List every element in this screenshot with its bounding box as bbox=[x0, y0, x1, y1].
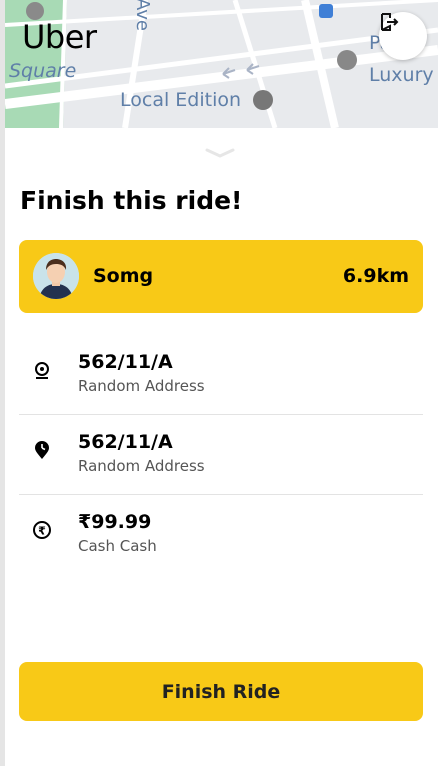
destination-row: 562/11/A Random Address bbox=[19, 415, 423, 495]
chevron-down-icon[interactable] bbox=[203, 144, 237, 160]
destination-pin-icon bbox=[35, 441, 49, 459]
avatar bbox=[33, 253, 79, 299]
finish-ride-button[interactable]: Finish Ride bbox=[19, 662, 423, 721]
rider-name: Somg bbox=[93, 265, 154, 287]
fare-row: ₹ ₹99.99 Cash Cash bbox=[19, 495, 423, 575]
user-avatar-icon bbox=[33, 253, 79, 299]
pickup-subtext: Random Address bbox=[78, 377, 205, 395]
map-label-ave: Ave bbox=[132, 0, 153, 31]
map-label-square: Square bbox=[9, 60, 77, 82]
map-label-local-edition: Local Edition bbox=[120, 89, 242, 111]
map-view[interactable]: Square Local Edition Ave Pa Luxury Uber bbox=[5, 0, 438, 128]
pickup-row: 562/11/A Random Address bbox=[19, 335, 423, 415]
pickup-pin-icon bbox=[35, 362, 49, 379]
rupee-icon: ₹ bbox=[33, 521, 51, 539]
destination-subtext: Random Address bbox=[78, 457, 205, 475]
fare-amount: ₹99.99 bbox=[78, 511, 152, 533]
logout-button[interactable] bbox=[379, 12, 427, 60]
destination-address: 562/11/A bbox=[78, 431, 173, 453]
map-label-luxury: Luxury bbox=[369, 64, 434, 86]
rider-card: Somg 6.9km bbox=[19, 240, 423, 313]
logout-icon bbox=[381, 13, 399, 31]
payment-method: Cash Cash bbox=[78, 537, 157, 555]
ride-sheet: Finish this ride! Somg 6.9km 562/11/A Ra… bbox=[5, 128, 438, 766]
page-title: Finish this ride! bbox=[20, 186, 243, 215]
rider-distance: 6.9km bbox=[342, 265, 409, 287]
uber-logo: Uber bbox=[22, 18, 97, 56]
pickup-address: 562/11/A bbox=[78, 351, 173, 373]
svg-text:₹: ₹ bbox=[38, 525, 46, 538]
